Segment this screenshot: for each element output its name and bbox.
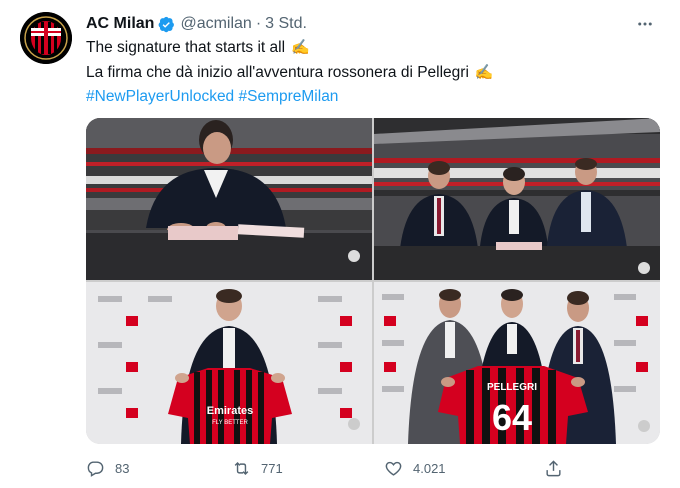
photo-trio-desk[interactable]: [374, 118, 660, 280]
like-count: 4.021: [413, 460, 446, 476]
account-handle[interactable]: @acmilan: [180, 15, 251, 33]
writing-hand-icon: ✍: [474, 64, 494, 81]
account-name[interactable]: AC Milan: [86, 15, 154, 33]
tweet-text-line-english: The signature that starts it all ✍: [86, 37, 310, 59]
like-button[interactable]: 4.021: [384, 456, 446, 480]
photo-shirt-solo[interactable]: Emirates FLY BETTER: [86, 282, 372, 444]
tweet-card[interactable]: AC Milan @acmilan · 3 Std. The signature…: [0, 0, 680, 488]
tweet-header: AC Milan @acmilan · 3 Std.: [86, 14, 307, 34]
tweet-timestamp[interactable]: 3 Std.: [265, 15, 307, 33]
shirt-number: 64: [492, 397, 532, 438]
tweet-text-it: La firma che dà inizio all'avventura ros…: [86, 64, 469, 81]
more-options-icon[interactable]: [636, 14, 654, 34]
reply-icon: [87, 460, 104, 477]
tweet-text-line-italian: La firma che dà inizio all'avventura ros…: [86, 62, 494, 84]
verified-badge-icon: [159, 16, 175, 32]
share-button[interactable]: [544, 456, 573, 480]
share-icon: [546, 459, 561, 476]
avatar[interactable]: [20, 12, 72, 64]
tweet-text-en: The signature that starts it all: [86, 39, 286, 56]
photo-shirt-trio[interactable]: PELLEGRI 64: [374, 282, 660, 444]
shirt-sponsor-subtext: FLY BETTER: [212, 420, 248, 426]
separator-dot: ·: [255, 15, 262, 32]
reply-button[interactable]: 83: [86, 456, 129, 480]
photo-signing[interactable]: [86, 118, 372, 280]
writing-hand-icon: ✍: [291, 39, 310, 56]
tweet-actions: 83 771 4.021: [86, 456, 660, 480]
heart-icon: [385, 461, 402, 476]
retweet-button[interactable]: 771: [232, 456, 283, 480]
acmilan-crest-logo: [20, 12, 72, 64]
media-grid: Emirates FLY BETTER PELLEGRI 64: [86, 118, 660, 444]
reply-count: 83: [115, 460, 130, 476]
shirt-sponsor-text: Emirates: [207, 405, 253, 417]
retweet-count: 771: [261, 460, 283, 476]
hashtag-newplayerunlocked[interactable]: #NewPlayerUnlocked: [86, 88, 234, 105]
retweet-icon: [234, 461, 249, 475]
shirt-player-name: PELLEGRI: [487, 382, 537, 393]
hashtag-sempremilan[interactable]: #SempreMilan: [239, 88, 339, 105]
tweet-hashtags: #NewPlayerUnlocked #SempreMilan: [86, 86, 338, 108]
